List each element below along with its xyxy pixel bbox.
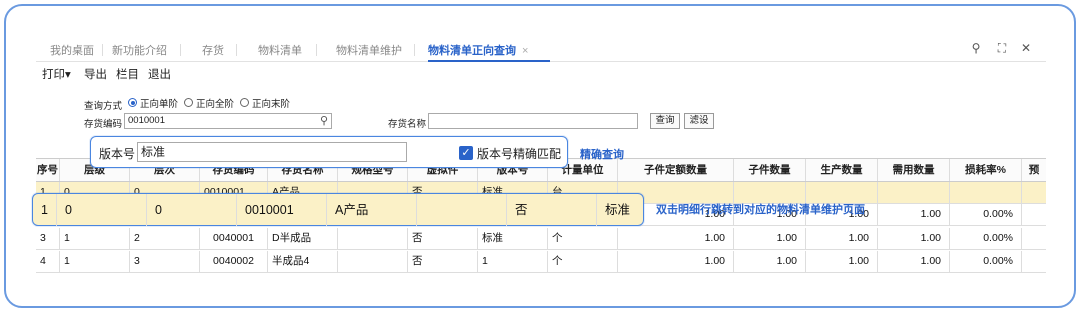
zoomed-row[interactable]: 1 0 0 0010001 A产品 否 标准 [32, 193, 644, 226]
cell-loss: 0.00% [950, 204, 1022, 225]
print-button[interactable]: 打印▾ [42, 66, 71, 82]
col-pre[interactable]: 预 [1022, 159, 1046, 181]
cell-spec [338, 228, 408, 249]
cell-loss: 0.00% [950, 251, 1022, 272]
filter-button[interactable]: 滤设 [684, 113, 714, 129]
table-row[interactable]: 3 1 2 0040001 D半成品 否 标准 个 1.00 1.00 1.00… [36, 228, 1046, 250]
cell-empty [950, 182, 1022, 203]
cell-loss: 0.00% [950, 228, 1022, 249]
cell-need: 1.00 [878, 228, 950, 249]
tab-bom[interactable]: 物料清单 [258, 42, 302, 62]
query-mode-label: 查询方式 [84, 101, 123, 112]
zoom-virtual: 否 [507, 194, 597, 226]
tab-separator [102, 44, 103, 56]
cell-virtual: 否 [408, 228, 478, 249]
col-loss[interactable]: 损耗率% [950, 159, 1022, 181]
cell-code: 0040002 [200, 251, 268, 272]
tab-bom-maintenance[interactable]: 物料清单维护 [336, 42, 402, 62]
zoom-spec [417, 194, 507, 226]
radio-label: 正向全阶 [196, 99, 235, 110]
item-code-input[interactable]: 0010001 [124, 113, 332, 129]
tab-bom-forward-query[interactable]: 物料清单正向查询 × [428, 42, 550, 62]
tab-bar: 我的桌面 新功能介绍 存货 物料清单 物料清单维护 物料清单正向查询 × ⚲ ⛶ … [36, 38, 1046, 62]
tab-separator [316, 44, 317, 56]
radio-label: 正向末阶 [252, 99, 291, 110]
cell-version: 1 [478, 251, 548, 272]
columns-button[interactable]: 栏目 [116, 66, 139, 82]
cell-qty-def: 1.00 [618, 228, 734, 249]
cell-name: D半成品 [268, 228, 338, 249]
tab-separator [236, 44, 237, 56]
cell-virtual: 否 [408, 251, 478, 272]
close-window-icon[interactable]: ✕ [1018, 40, 1034, 56]
cell-qty-def: 1.00 [618, 251, 734, 272]
cell-level: 1 [60, 228, 130, 249]
double-click-callout: 双击明细行跳转到对应的物料清单维护页面 [656, 204, 865, 216]
cell-prod: 1.00 [806, 228, 878, 249]
zoom-layer: 0 [147, 194, 237, 226]
tab-my-desktop[interactable]: 我的桌面 [50, 42, 94, 62]
cell-unit: 个 [548, 228, 618, 249]
cell-seq: 4 [36, 251, 60, 272]
tab-inventory[interactable]: 存货 [202, 42, 224, 62]
cell-need: 1.00 [878, 251, 950, 272]
col-seq[interactable]: 序号 [36, 159, 60, 181]
cell-layer: 2 [130, 228, 200, 249]
col-need[interactable]: 需用数量 [878, 159, 950, 181]
radio-forward-last[interactable] [240, 98, 249, 107]
table-row[interactable]: 4 1 3 0040002 半成品4 否 1 个 1.00 1.00 1.00 … [36, 251, 1046, 273]
zoom-version: 标准 [605, 203, 631, 217]
chevron-down-icon: ▾ [65, 69, 71, 81]
tab-separator [414, 44, 415, 56]
cell-code: 0040001 [200, 228, 268, 249]
cell-level: 1 [60, 251, 130, 272]
cell-version: 标准 [478, 228, 548, 249]
zoom-level: 0 [57, 194, 147, 226]
version-popup: 版本号 标准 ✓ 版本号精确匹配 [90, 136, 568, 168]
zoom-code: 0010001 [237, 194, 327, 226]
cell-empty [806, 182, 878, 203]
cell-prod: 1.00 [806, 251, 878, 272]
search-icon[interactable]: ⚲ [320, 114, 328, 127]
cell-need: 1.00 [878, 204, 950, 225]
col-prod[interactable]: 生产数量 [806, 159, 878, 181]
cell-spec [338, 251, 408, 272]
cell-seq: 3 [36, 228, 60, 249]
query-button[interactable]: 查询 [650, 113, 680, 129]
col-qty[interactable]: 子件数量 [734, 159, 806, 181]
cell-qty: 1.00 [734, 251, 806, 272]
col-qty-def[interactable]: 子件定额数量 [618, 159, 734, 181]
zoom-seq: 1 [33, 194, 57, 226]
cell-empty [734, 182, 806, 203]
item-name-input[interactable] [428, 113, 638, 129]
version-label: 版本号 [99, 147, 136, 161]
version-input[interactable]: 标准 [137, 142, 407, 162]
radio-label: 正向单阶 [140, 99, 179, 110]
search-icon[interactable]: ⚲ [968, 40, 984, 56]
print-label: 打印 [42, 69, 65, 81]
tab-label: 物料清单正向查询 [428, 45, 516, 57]
version-exact-match-label: 版本号精确匹配 [477, 147, 562, 161]
radio-forward-all[interactable] [184, 98, 193, 107]
tab-new-features[interactable]: 新功能介绍 [112, 42, 167, 62]
cell-empty [878, 182, 950, 203]
export-button[interactable]: 导出 [84, 66, 107, 82]
item-code-label: 存货编码 [84, 119, 123, 130]
close-icon[interactable]: × [522, 45, 528, 57]
exit-button[interactable]: 退出 [148, 66, 171, 82]
exact-query-callout: 精确查询 [580, 149, 624, 161]
radio-forward-single[interactable] [128, 98, 137, 107]
cell-qty: 1.00 [734, 228, 806, 249]
zoom-name: A产品 [327, 194, 417, 226]
tab-separator [180, 44, 181, 56]
checkbox-check-icon[interactable]: ✓ [459, 146, 473, 160]
item-name-label: 存货名称 [388, 119, 427, 130]
expand-icon[interactable]: ⛶ [994, 40, 1010, 56]
cell-layer: 3 [130, 251, 200, 272]
cell-unit: 个 [548, 251, 618, 272]
cell-name: 半成品4 [268, 251, 338, 272]
